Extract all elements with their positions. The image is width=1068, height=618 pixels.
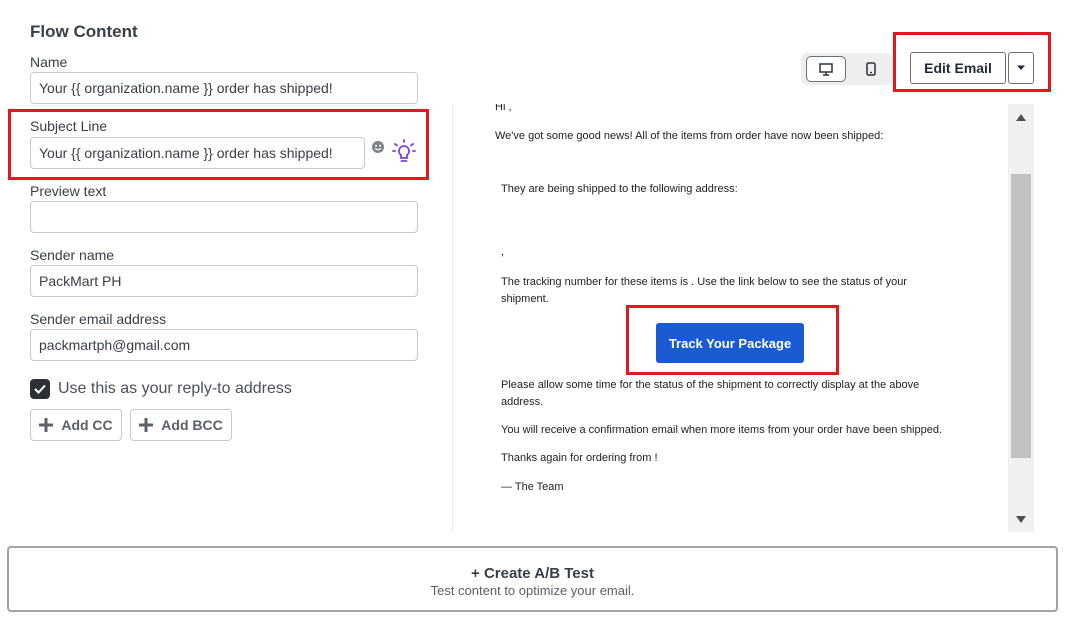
add-bcc-button[interactable]: Add BCC	[130, 409, 232, 441]
preview-tracking-line2: shipment.	[501, 293, 549, 305]
emoji-icon[interactable]	[371, 140, 385, 154]
preview-text-label: Preview text	[30, 183, 107, 199]
scroll-up-icon[interactable]	[1016, 114, 1026, 121]
reply-to-checkbox[interactable]	[30, 379, 50, 399]
section-title: Flow Content	[30, 22, 138, 41]
preview-address-line: They are being shipped to the following …	[501, 183, 738, 195]
add-cc-label: Add CC	[61, 417, 113, 433]
device-toggle	[801, 53, 893, 85]
ab-test-title: + Create A/B Test	[471, 565, 594, 582]
mobile-icon	[866, 62, 876, 76]
lightbulb-icon[interactable]	[392, 139, 416, 165]
sender-email-label: Sender email address	[30, 311, 167, 327]
mobile-view-button[interactable]	[851, 56, 891, 82]
preview-intro: We've got some good news! All of the ite…	[495, 130, 884, 142]
preview-confirm-line: You will receive a confirmation email wh…	[501, 424, 943, 436]
preview-tracking-line1: The tracking number for these items is .…	[501, 276, 907, 288]
add-cc-button[interactable]: Add CC	[30, 409, 122, 441]
sender-name-label: Sender name	[30, 247, 115, 263]
edit-email-button[interactable]: Edit Email	[910, 52, 1006, 84]
sender-name-input[interactable]: PackMart PH	[30, 265, 418, 297]
preview-text-input[interactable]	[30, 201, 418, 233]
create-ab-test-button[interactable]: + Create A/B Test Test content to optimi…	[7, 546, 1058, 612]
subject-label: Subject Line	[30, 118, 108, 134]
edit-email-dropdown[interactable]	[1008, 52, 1034, 84]
scroll-thumb[interactable]	[1011, 174, 1031, 458]
subject-input[interactable]: Your {{ organization.name }} order has s…	[30, 137, 365, 169]
preview-comma: ,	[501, 246, 505, 258]
track-button-highlight-box	[626, 305, 839, 375]
desktop-view-button[interactable]	[806, 56, 846, 82]
preview-scrollbar[interactable]	[1008, 104, 1034, 532]
preview-thanks-line: Thanks again for ordering from !	[501, 452, 658, 464]
preview-allow-line2: address.	[501, 396, 544, 408]
scroll-down-icon[interactable]	[1016, 516, 1026, 523]
reply-to-label: Use this as your reply-to address	[58, 380, 292, 397]
caret-down-icon	[1017, 65, 1025, 70]
ab-test-subtitle: Test content to optimize your email.	[430, 583, 635, 598]
desktop-icon	[819, 62, 833, 76]
preview-greeting: Hi ,	[495, 104, 512, 113]
sender-email-input[interactable]: packmartph@gmail.com	[30, 329, 418, 361]
name-label: Name	[30, 54, 68, 70]
name-input[interactable]: Your {{ organization.name }} order has s…	[30, 72, 418, 104]
preview-allow-line1: Please allow some time for the status of…	[501, 379, 920, 391]
plus-icon	[39, 418, 54, 432]
preview-signoff: — The Team	[501, 481, 564, 493]
plus-icon	[139, 418, 154, 432]
add-bcc-label: Add BCC	[161, 417, 223, 433]
checkmark-icon	[34, 384, 46, 394]
